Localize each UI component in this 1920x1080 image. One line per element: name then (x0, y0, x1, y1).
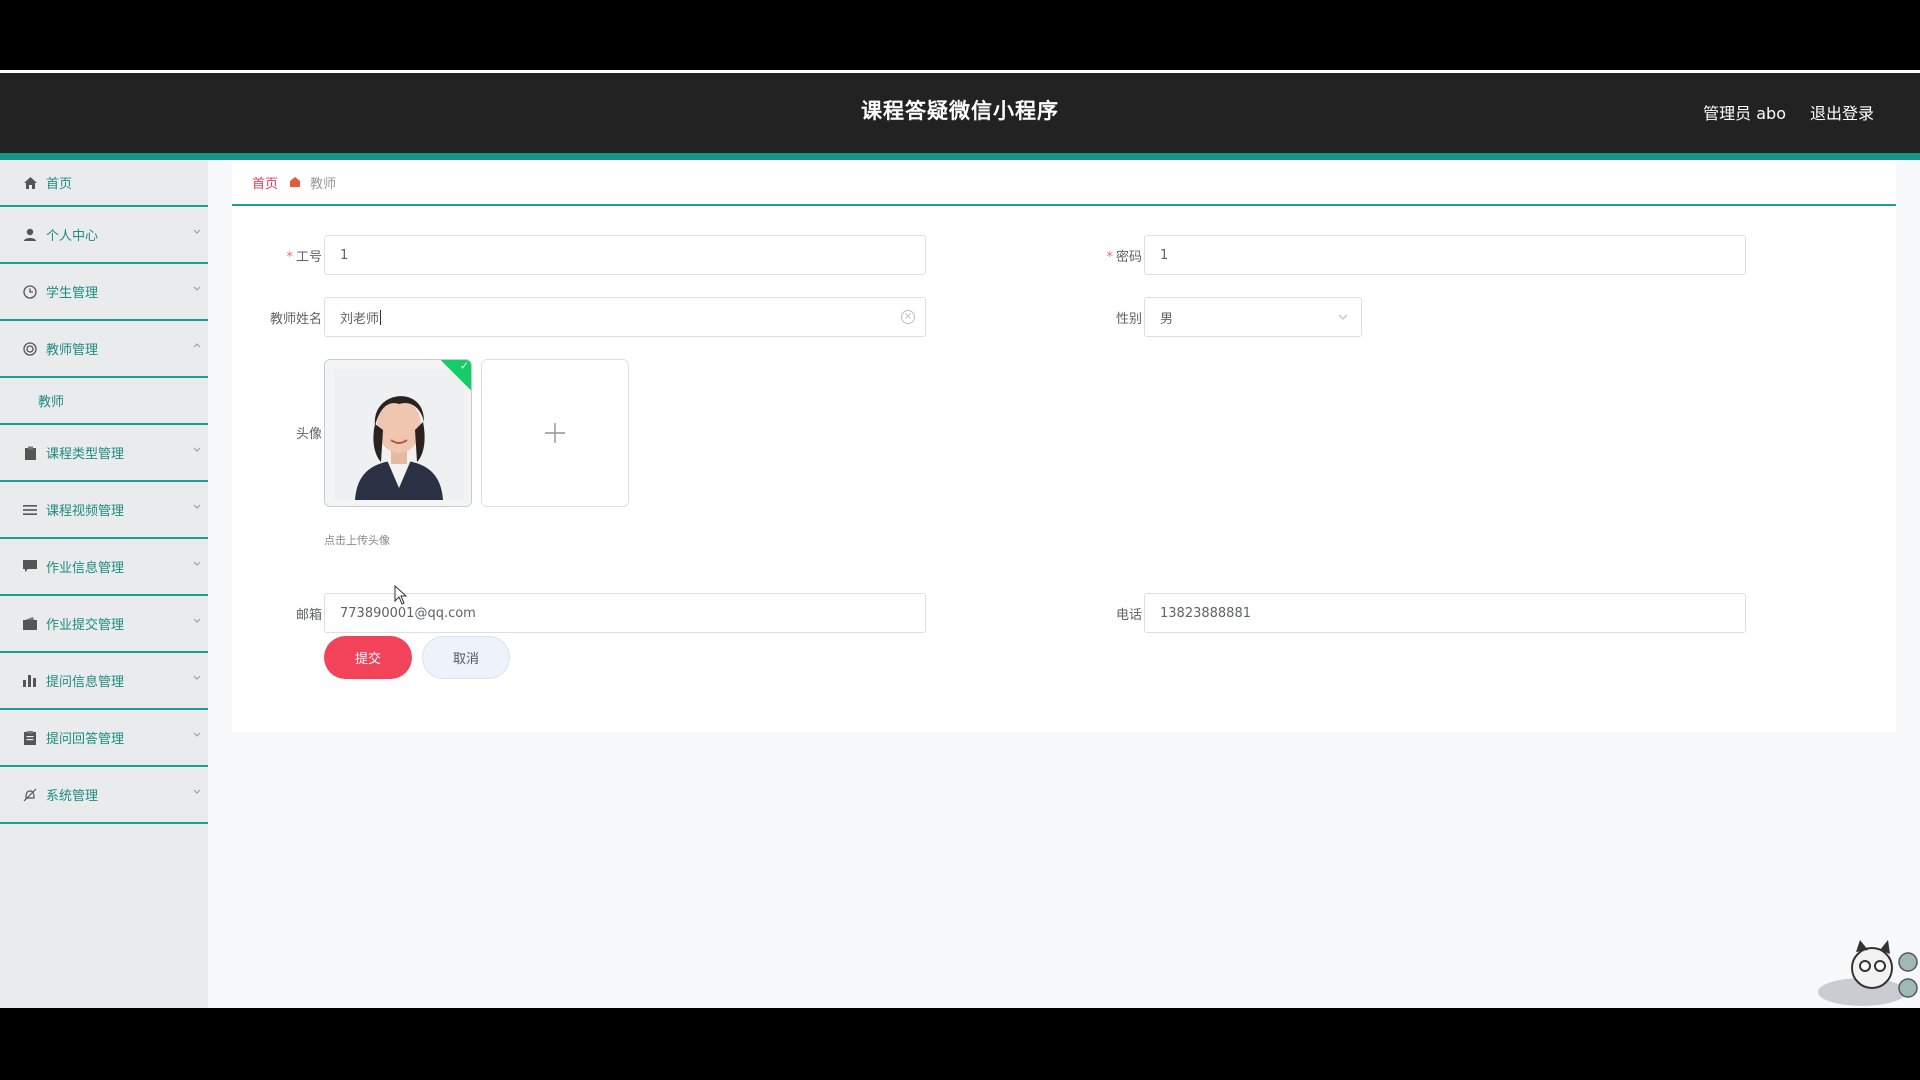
sidebar-item-home[interactable]: 首页 (0, 160, 208, 207)
sidebar-item-label: 系统管理 (46, 789, 99, 804)
gonghao-input[interactable]: 1 (324, 235, 926, 275)
sidebar-item-label: 提问信息管理 (46, 675, 125, 690)
bell-off-icon (22, 787, 38, 803)
avatar-image (325, 360, 471, 506)
sidebar-item-student-management[interactable]: 学生管理 (0, 264, 208, 321)
email-input[interactable]: 773890001@qq.com (324, 593, 926, 633)
avatar-upload-button[interactable] (481, 359, 629, 507)
teacher-name-input[interactable]: 刘老师 × (324, 297, 926, 337)
sidebar-item-label: 课程视频管理 (46, 504, 125, 519)
list-icon (22, 502, 38, 518)
email-label: 邮箱 (295, 608, 322, 623)
sidebar-item-label: 作业提交管理 (46, 618, 125, 633)
app-title: 课程答疑微信小程序 (861, 99, 1059, 123)
avatar-upload-hint: 点击上传头像 (324, 534, 390, 547)
sidebar-item-label: 教师管理 (46, 343, 99, 358)
sidebar-item-label: 首页 (46, 177, 73, 192)
check-icon: ✓ (459, 359, 469, 373)
gender-label: 性别 (1115, 312, 1142, 327)
breadcrumb-current: 教师 (310, 176, 337, 192)
sidebar-item-question-info[interactable]: 提问信息管理 (0, 653, 208, 710)
sidebar-item-question-answer[interactable]: 提问回答管理 (0, 710, 208, 767)
logout-link[interactable]: 退出登录 (1810, 100, 1874, 124)
chevron-down-icon (193, 675, 201, 680)
sidebar-item-course-video[interactable]: 课程视频管理 (0, 482, 208, 539)
sidebar-item-homework-submit[interactable]: 作业提交管理 (0, 596, 208, 653)
chevron-down-icon (193, 229, 201, 234)
breadcrumb-home[interactable]: 首页 (252, 173, 278, 192)
document-icon (22, 730, 38, 746)
chat-icon (22, 559, 38, 575)
clear-icon[interactable]: × (901, 310, 915, 324)
sidebar-subitem-teacher[interactable]: 教师 (0, 378, 208, 425)
bar-chart-icon (22, 673, 38, 689)
chevron-down-icon (193, 504, 201, 509)
chevron-down-icon (193, 447, 201, 452)
avatar-label: 头像 (295, 427, 322, 442)
wallet-icon (22, 616, 38, 632)
mima-label: * 密码 (1106, 250, 1142, 265)
header-accent-bar (0, 153, 1920, 160)
home-icon (22, 175, 38, 191)
cancel-button[interactable]: 取消 (422, 636, 510, 679)
sidebar-item-course-type[interactable]: 课程类型管理 (0, 425, 208, 482)
gender-select[interactable]: 男 (1144, 297, 1362, 337)
chevron-up-icon (193, 343, 201, 348)
circle-icon (22, 341, 38, 357)
plus-icon (545, 423, 565, 443)
sidebar-item-teacher-management[interactable]: 教师管理 (0, 321, 208, 378)
avatar-preview[interactable]: ✓ (324, 359, 472, 507)
sidebar-item-label: 个人中心 (46, 229, 99, 244)
chevron-down-icon (193, 618, 201, 623)
chevron-down-icon (193, 732, 201, 737)
mouse-cursor-icon (394, 585, 408, 605)
sidebar-item-label: 课程类型管理 (46, 447, 125, 462)
breadcrumb: 首页 教师 (232, 160, 1896, 206)
chevron-down-icon (193, 561, 201, 566)
gonghao-label: * 工号 (286, 250, 322, 265)
phone-label: 电话 (1115, 608, 1142, 623)
submit-button[interactable]: 提交 (324, 636, 412, 679)
teacher-name-label: 教师姓名 (269, 312, 322, 327)
sidebar-item-label: 作业信息管理 (46, 561, 125, 576)
sidebar-item-system[interactable]: 系统管理 (0, 767, 208, 824)
sidebar-item-homework-info[interactable]: 作业信息管理 (0, 539, 208, 596)
mascot-decoration (1818, 940, 1918, 1006)
sidebar-item-label: 学生管理 (46, 286, 99, 301)
user-icon (22, 227, 38, 243)
sidebar: 首页 个人中心 学生管理 教师管理 教师 课程类型管理 课程视频管理 作业信息管… (0, 160, 208, 1008)
chevron-down-icon (193, 789, 201, 794)
house-icon (290, 177, 301, 187)
clock-icon (22, 284, 38, 300)
top-header: 课程答疑微信小程序 管理员 abo 退出登录 (0, 73, 1920, 153)
sidebar-item-label: 提问回答管理 (46, 732, 125, 747)
phone-input[interactable]: 13823888881 (1144, 593, 1746, 633)
current-user: 管理员 abo (1703, 104, 1786, 123)
chevron-down-icon (193, 286, 201, 291)
mima-input[interactable]: 1 (1144, 235, 1746, 275)
app-window: 课程答疑微信小程序 管理员 abo 退出登录 首页 个人中心 学生管理 教师管理… (0, 70, 1920, 1008)
clipboard-icon (22, 445, 38, 461)
chevron-down-icon (1338, 314, 1348, 320)
sidebar-item-personal-center[interactable]: 个人中心 (0, 207, 208, 264)
form-panel: 首页 教师 * 工号 1 * 密码 1 教师姓名 刘老师 × 性别 男 头像 ✓… (232, 160, 1896, 732)
